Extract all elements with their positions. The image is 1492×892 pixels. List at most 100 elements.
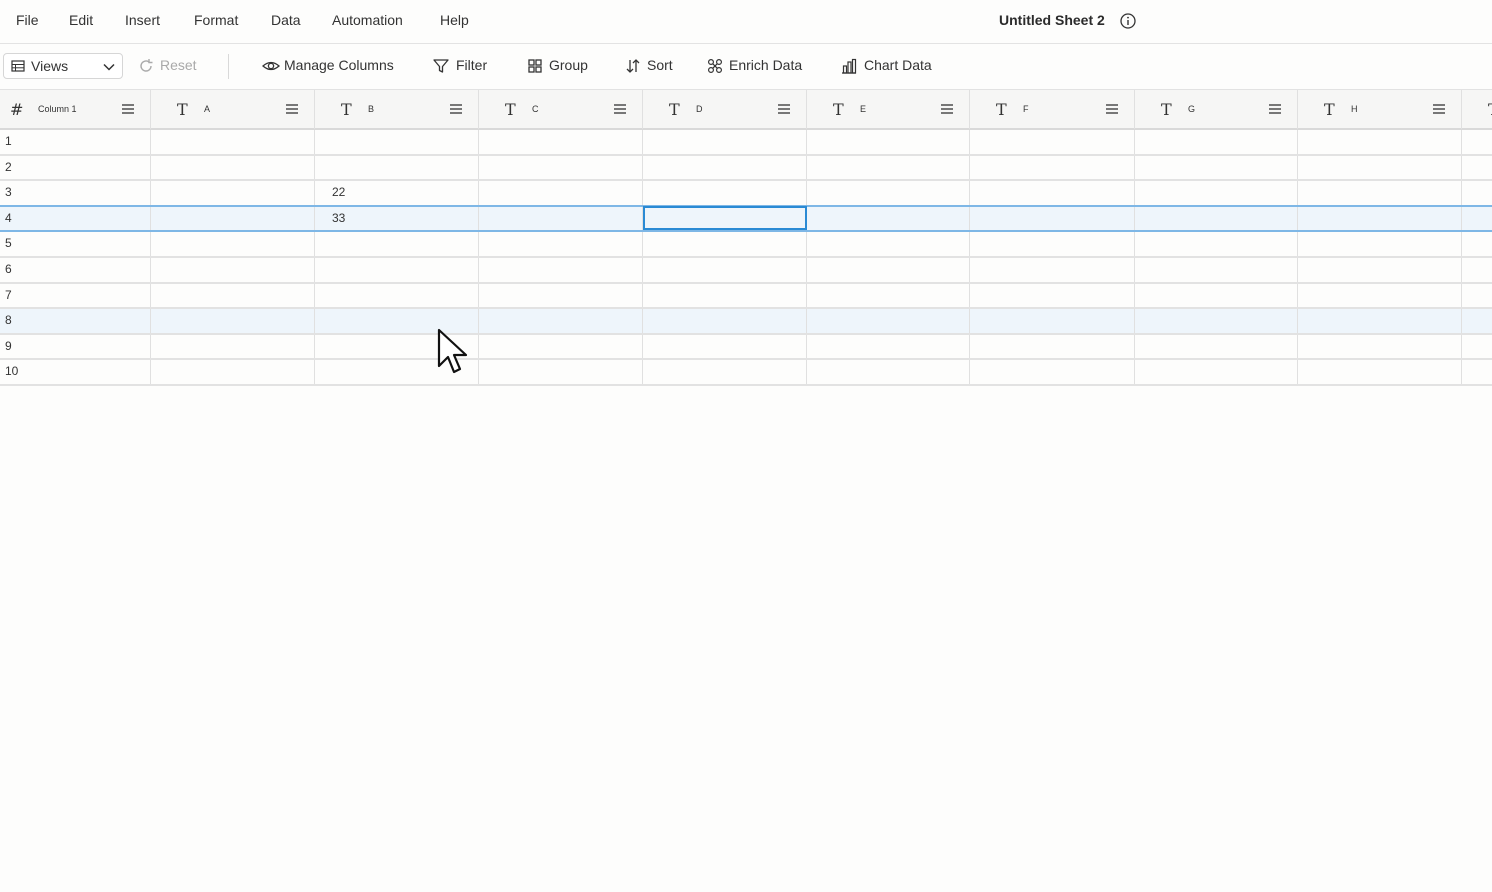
table-cell[interactable]	[315, 130, 479, 154]
menu-format[interactable]: Format	[194, 12, 238, 28]
table-cell[interactable]	[151, 232, 315, 256]
table-cell[interactable]	[315, 283, 479, 308]
table-cell[interactable]: 22	[315, 181, 479, 205]
table-cell[interactable]	[1462, 232, 1492, 256]
table-cell[interactable]	[807, 309, 970, 333]
table-cell[interactable]	[643, 258, 807, 282]
table-cell[interactable]	[479, 258, 643, 282]
table-cell[interactable]	[151, 360, 315, 384]
column-header[interactable]: TB	[315, 90, 479, 129]
table-cell[interactable]	[1135, 232, 1298, 256]
table-cell[interactable]	[479, 155, 643, 180]
column-header[interactable]: TG	[1135, 90, 1298, 129]
table-cell[interactable]	[807, 232, 970, 256]
table-cell[interactable]	[807, 283, 970, 308]
table-cell[interactable]	[1462, 130, 1492, 154]
table-cell[interactable]	[1135, 360, 1298, 384]
table-cell[interactable]	[1135, 283, 1298, 308]
table-cell[interactable]	[151, 258, 315, 282]
reset-button[interactable]: Reset	[138, 55, 200, 77]
row-header-cell[interactable]: 9	[0, 334, 151, 359]
column-header[interactable]: TH	[1298, 90, 1462, 129]
table-cell[interactable]	[151, 334, 315, 359]
column-menu-icon[interactable]	[122, 103, 134, 115]
table-cell[interactable]	[1135, 309, 1298, 333]
table-cell[interactable]	[151, 206, 315, 231]
table-cell[interactable]	[1462, 181, 1492, 205]
table-row[interactable]: 1	[0, 130, 1492, 156]
table-cell[interactable]	[643, 232, 807, 256]
table-cell[interactable]	[1135, 206, 1298, 231]
table-cell[interactable]	[1298, 155, 1462, 180]
table-cell[interactable]	[1135, 181, 1298, 205]
table-cell[interactable]	[1462, 335, 1492, 359]
table-cell[interactable]	[643, 309, 807, 333]
row-header-cell[interactable]: 5	[0, 232, 151, 256]
menu-insert[interactable]: Insert	[125, 12, 160, 28]
table-cell[interactable]	[479, 130, 643, 154]
table-cell[interactable]	[151, 181, 315, 205]
table-cell[interactable]	[970, 206, 1135, 231]
row-header-cell[interactable]: 8	[0, 309, 151, 333]
column-header[interactable]: TC	[479, 90, 643, 129]
table-row[interactable]: 10	[0, 360, 1492, 386]
table-row[interactable]: 3 22	[0, 181, 1492, 207]
enrich-data-button[interactable]: Enrich Data	[707, 55, 809, 77]
manage-columns-button[interactable]: Manage Columns	[262, 55, 402, 77]
table-cell[interactable]	[1298, 283, 1462, 308]
table-cell[interactable]	[1135, 334, 1298, 359]
table-cell[interactable]	[479, 206, 643, 231]
column-header[interactable]: TF	[970, 90, 1135, 129]
menu-file[interactable]: File	[16, 12, 39, 28]
row-header-cell[interactable]: 7	[0, 283, 151, 308]
table-cell[interactable]	[807, 334, 970, 359]
table-cell[interactable]	[1462, 360, 1492, 384]
column-menu-icon[interactable]	[941, 103, 953, 115]
table-row[interactable]: 5	[0, 232, 1492, 258]
column-menu-icon[interactable]	[1269, 103, 1281, 115]
table-cell[interactable]	[315, 155, 479, 180]
table-cell[interactable]	[151, 130, 315, 154]
table-cell[interactable]	[970, 283, 1135, 308]
table-cell[interactable]	[643, 360, 807, 384]
sheet-title[interactable]: Untitled Sheet 2	[999, 12, 1105, 28]
table-cell[interactable]	[970, 360, 1135, 384]
table-cell[interactable]	[1462, 309, 1492, 333]
info-icon[interactable]	[1120, 13, 1136, 29]
table-cell[interactable]	[1135, 258, 1298, 282]
table-cell[interactable]	[1298, 360, 1462, 384]
group-button[interactable]: Group	[527, 55, 593, 77]
column-menu-icon[interactable]	[1106, 103, 1118, 115]
table-cell[interactable]	[643, 334, 807, 359]
table-cell[interactable]	[807, 206, 970, 231]
column-header[interactable]: # Column 1	[0, 90, 151, 129]
table-cell[interactable]	[479, 334, 643, 359]
column-menu-icon[interactable]	[778, 103, 790, 115]
table-cell[interactable]	[1462, 207, 1492, 231]
table-cell[interactable]	[1462, 284, 1492, 308]
table-cell[interactable]	[1135, 155, 1298, 180]
table-cell[interactable]	[643, 181, 807, 205]
table-cell[interactable]	[807, 258, 970, 282]
row-header-cell[interactable]: 4	[0, 206, 151, 231]
column-header[interactable]: TA	[151, 90, 315, 129]
table-cell[interactable]	[1298, 181, 1462, 205]
table-row[interactable]: 2	[0, 155, 1492, 182]
table-row[interactable]: 6	[0, 258, 1492, 284]
table-cell[interactable]	[1298, 130, 1462, 154]
row-header-cell[interactable]: 1	[0, 130, 151, 154]
table-cell[interactable]	[1298, 309, 1462, 333]
table-cell[interactable]	[1135, 130, 1298, 154]
column-header[interactable]: TD	[643, 90, 807, 129]
table-cell[interactable]	[315, 232, 479, 256]
active-cell-outline[interactable]	[643, 205, 807, 231]
table-cell[interactable]	[970, 334, 1135, 359]
table-cell[interactable]	[479, 232, 643, 256]
table-row[interactable]: 4 33	[0, 204, 1492, 233]
sort-button[interactable]: Sort	[625, 55, 679, 77]
table-cell[interactable]	[970, 155, 1135, 180]
column-menu-icon[interactable]	[1433, 103, 1445, 115]
menu-edit[interactable]: Edit	[69, 12, 93, 28]
table-cell[interactable]	[1462, 258, 1492, 282]
column-menu-icon[interactable]	[286, 103, 298, 115]
